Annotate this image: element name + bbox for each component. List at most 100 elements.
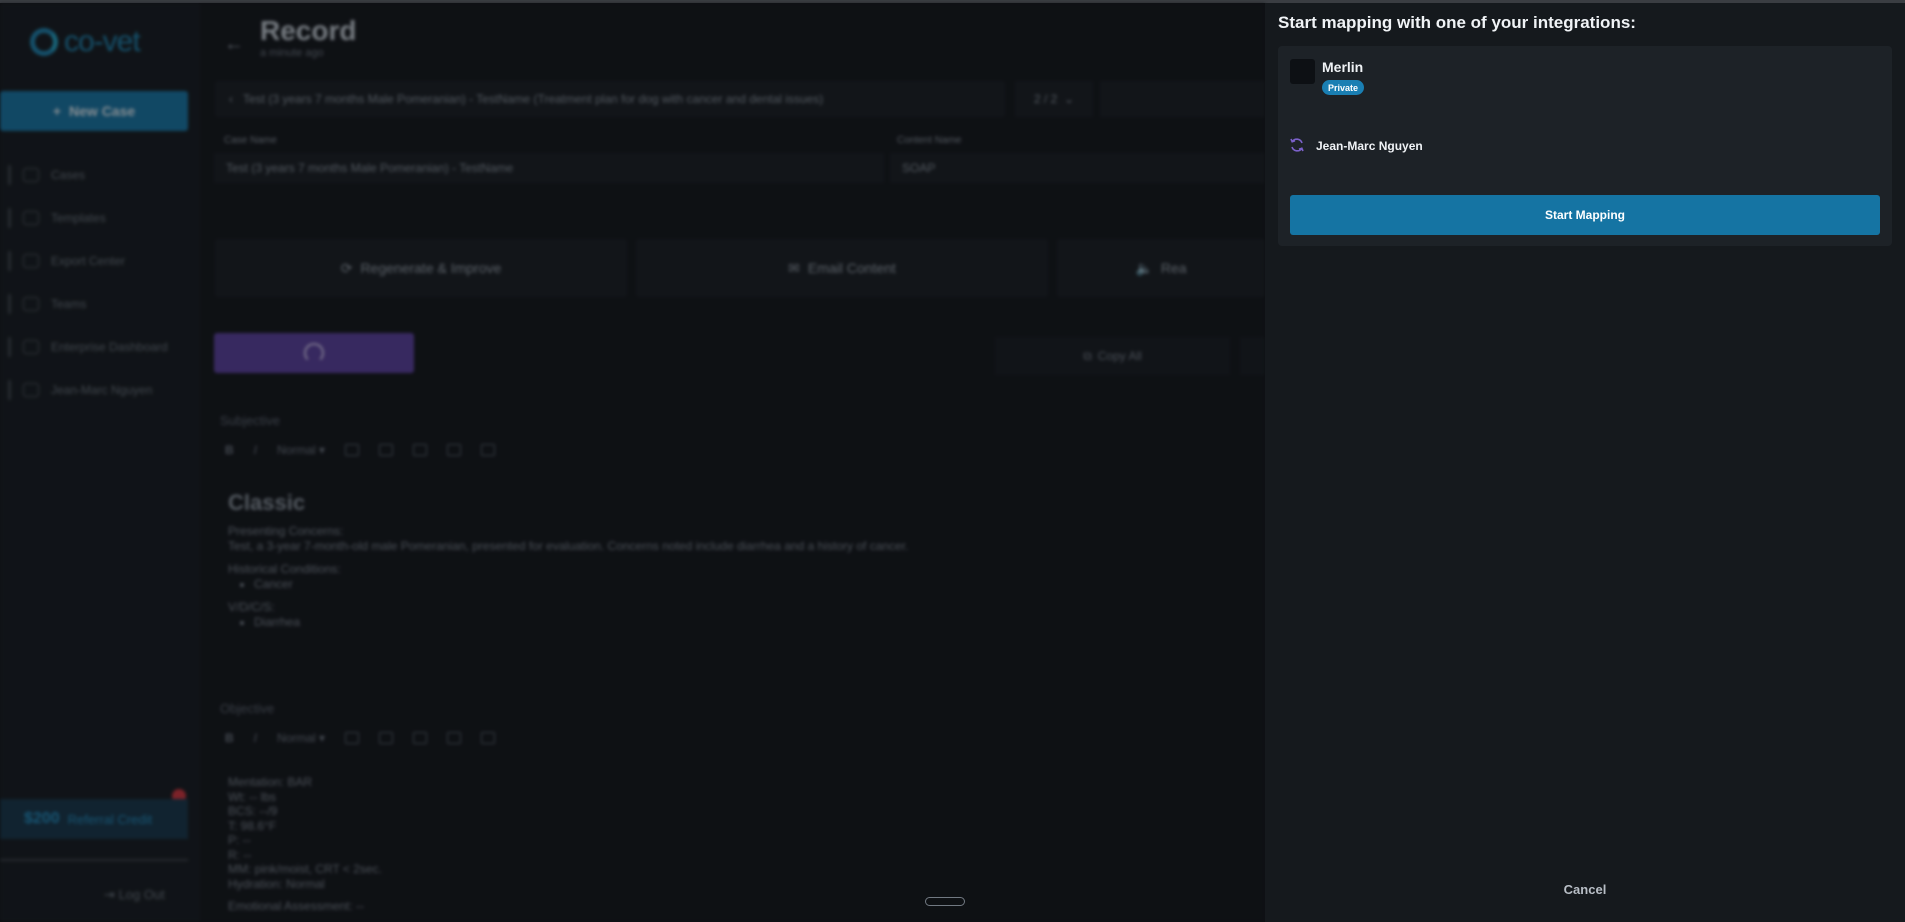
read-aloud-button[interactable]: 🔈 Rea (1057, 239, 1265, 297)
pager-text: 2 / 2 (1033, 92, 1058, 106)
integration-drawer: Start mapping with one of your integrati… (1265, 3, 1905, 922)
italic-icon[interactable]: I (254, 731, 257, 745)
integration-user-name: Jean-Marc Nguyen (1316, 139, 1423, 153)
new-case-label: New Case (69, 103, 136, 119)
back-arrow-icon[interactable]: ← (224, 33, 244, 56)
active-indicator (8, 164, 11, 185)
integration-logo (1290, 59, 1315, 84)
plus-icon: + (52, 103, 62, 119)
italic-icon[interactable]: I (254, 443, 257, 457)
content-name-field[interactable]: SOAP (890, 153, 1265, 183)
page-subtitle: a minute ago (260, 47, 324, 59)
copy-all-button[interactable]: ⧉ Copy All (995, 337, 1230, 375)
list-item: Diarrhea (254, 615, 908, 630)
integration-name: Merlin (1322, 59, 1364, 75)
divider (0, 859, 188, 861)
presenting-text: Test, a 3-year 7-month-old male Pomerani… (228, 539, 909, 553)
home-icon (23, 167, 39, 182)
email-content-button[interactable]: ✉ Email Content (636, 239, 1048, 297)
refresh-icon: ⟳ (340, 259, 353, 276)
generate-button[interactable] (214, 333, 414, 373)
case-name-field[interactable]: Test (3 years 7 months Male Pomeranian) … (214, 153, 884, 183)
bullet-list-icon[interactable] (379, 444, 394, 456)
editor-toolbar: B I Normal ▾ (225, 731, 496, 745)
toolbar-extra (1100, 81, 1265, 117)
sidebar-item-templates[interactable]: Templates (8, 196, 168, 239)
email-label: Email Content (807, 260, 896, 276)
document-icon[interactable] (447, 444, 462, 456)
copy-icon: ⧉ (1083, 348, 1092, 363)
drag-handle[interactable] (925, 897, 965, 906)
vdcs-label: V/D/C/S: (228, 600, 275, 614)
page-title: Record (260, 15, 357, 46)
sidebar-nav: Cases Templates Export Center Teams Ente… (8, 153, 168, 411)
teams-icon (23, 296, 39, 311)
sidebar-item-enterprise-dashboard[interactable]: Enterprise Dashboard (8, 325, 168, 368)
case-name-label: Case Name (224, 135, 277, 146)
referral-credit-button[interactable]: $200 Referral Credit (0, 799, 188, 839)
integration-card: Merlin Private Jean-Marc Nguyen Start Ma… (1278, 46, 1892, 246)
image-icon[interactable] (481, 732, 496, 744)
referral-amount: $200 (24, 810, 60, 827)
image-icon[interactable] (481, 444, 496, 456)
logo-text: co-vet (64, 25, 141, 58)
read-label: Rea (1160, 260, 1187, 276)
bold-icon[interactable]: B (225, 731, 234, 745)
section-title-objective: Objective (220, 701, 275, 716)
link-icon[interactable] (413, 444, 428, 456)
sidebar-item-label: Enterprise Dashboard (51, 339, 168, 354)
record-main: ← Record a minute ago ‹ Test (3 years 7 … (200, 3, 1265, 922)
style-select[interactable]: Normal ▾ (277, 443, 325, 457)
content-name-label: Content Name (897, 135, 962, 146)
regenerate-label: Regenerate & Improve (360, 260, 502, 276)
document-icon[interactable] (447, 732, 462, 744)
subjective-content[interactable]: Classic Presenting Concerns: Test, a 3-y… (228, 492, 909, 630)
page-selector[interactable]: 2 / 2 ⌄ (1015, 81, 1093, 117)
chevron-left-icon: ‹ (229, 92, 243, 106)
objective-line: T: 98.6°F (228, 818, 277, 833)
start-mapping-button[interactable]: Start Mapping (1290, 195, 1880, 235)
logout-icon: ⇥ (104, 887, 119, 902)
sidebar-item-label: Cases (51, 167, 86, 182)
regenerate-button[interactable]: ⟳ Regenerate & Improve (215, 239, 627, 297)
cancel-button[interactable]: Cancel (1545, 882, 1625, 897)
private-badge: Private (1322, 80, 1365, 95)
objective-line: Hydration: Normal (228, 876, 325, 891)
sidebar-item-profile[interactable]: Jean-Marc Nguyen (8, 368, 168, 411)
objective-line: P: -- (228, 833, 251, 847)
active-indicator (8, 293, 11, 314)
style-select[interactable]: Normal ▾ (277, 731, 325, 745)
section-title-subjective: Subjective (220, 413, 280, 428)
sidebar-item-label: Export Center (51, 253, 126, 268)
sidebar-item-label: Teams (51, 296, 87, 311)
sidebar-item-cases[interactable]: Cases (8, 153, 168, 196)
link-icon[interactable] (413, 732, 428, 744)
logo-icon (30, 28, 58, 56)
logo: co-vet (30, 25, 141, 59)
ordered-list-icon[interactable] (345, 732, 360, 744)
templates-icon (23, 210, 39, 225)
sidebar-item-teams[interactable]: Teams (8, 282, 168, 325)
new-case-button[interactable]: + New Case (0, 91, 188, 131)
style-select-value: Normal (277, 731, 316, 745)
speaker-icon: 🔈 (1135, 259, 1153, 276)
style-select-value: Normal (277, 443, 316, 457)
copy-all-label: Copy All (1097, 349, 1142, 363)
sidebar-item-label: Jean-Marc Nguyen (51, 382, 153, 397)
objective-line: Emotional Assessment: -- (228, 899, 365, 913)
presenting-label: Presenting Concerns: (228, 524, 344, 538)
active-indicator (8, 379, 11, 400)
bold-icon[interactable]: B (225, 443, 234, 457)
background-app: co-vet + New Case Cases Templates Export… (0, 3, 1265, 922)
more-options-button[interactable] (1240, 337, 1265, 375)
logout-button[interactable]: ⇥ Log Out (104, 887, 165, 903)
active-indicator (8, 336, 11, 357)
sidebar-item-export-center[interactable]: Export Center (8, 239, 168, 282)
editor-toolbar: B I Normal ▾ (225, 443, 496, 457)
case-selector[interactable]: ‹ Test (3 years 7 months Male Pomeranian… (215, 81, 1005, 117)
bullet-list-icon[interactable] (379, 732, 394, 744)
objective-content[interactable]: Mentation: BAR Wt: -- lbs BCS: --/9 T: 9… (228, 775, 382, 914)
ordered-list-icon[interactable] (345, 444, 360, 456)
referral-label: Referral Credit (67, 811, 153, 827)
sidebar-item-label: Templates (51, 210, 106, 225)
